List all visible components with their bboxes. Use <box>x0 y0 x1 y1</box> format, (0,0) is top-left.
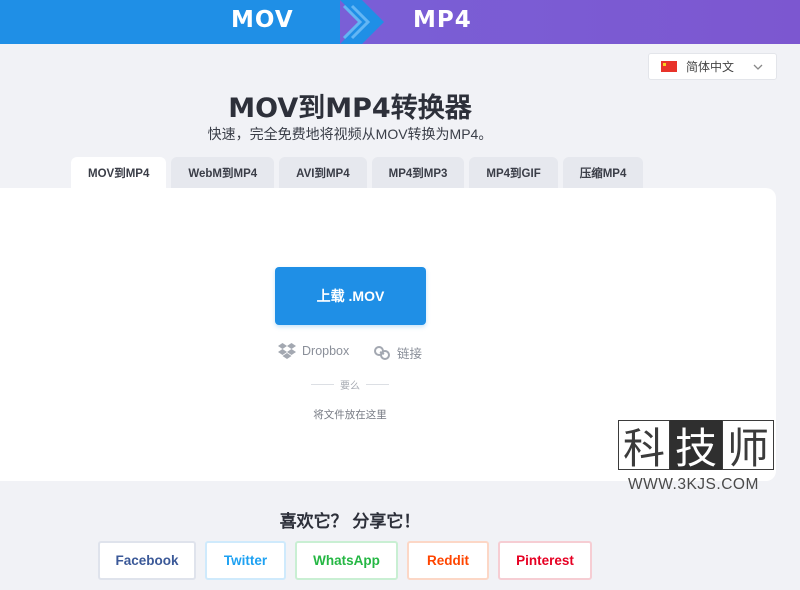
share-facebook-button[interactable]: Facebook <box>98 541 196 580</box>
dropbox-source-button[interactable]: Dropbox <box>278 343 349 359</box>
share-pinterest-button[interactable]: Pinterest <box>498 541 592 580</box>
watermark-url: WWW.3KJS.COM <box>628 476 759 493</box>
or-divider: 要么 <box>311 377 389 392</box>
page-title: MOV到MP4转换器 <box>228 93 472 124</box>
link-icon <box>374 345 390 360</box>
tab-webm-to-mp4[interactable]: WebM到MP4 <box>171 157 275 188</box>
format-banner: MOV MP4 <box>0 0 800 44</box>
tab-mov-to-mp4[interactable]: MOV到MP4 <box>71 157 167 188</box>
upload-button[interactable]: 上载 .MOV <box>275 267 426 325</box>
share-title: 喜欢它？ 分享它！ <box>279 512 421 531</box>
chevron-down-icon <box>753 64 763 70</box>
share-twitter-button[interactable]: Twitter <box>205 541 286 580</box>
url-source-button[interactable]: 链接 <box>373 343 422 362</box>
converter-tabs: MOV到MP4 WebM到MP4 AVI到MP4 MP4到MP3 MP4到GIF… <box>71 157 644 188</box>
language-select[interactable]: 简体中文 <box>648 53 777 80</box>
share-reddit-button[interactable]: Reddit <box>407 541 489 580</box>
link-label: 链接 <box>397 347 423 361</box>
tab-mp4-to-gif[interactable]: MP4到GIF <box>469 157 558 188</box>
dropbox-icon <box>278 343 296 359</box>
tab-avi-to-mp4[interactable]: AVI到MP4 <box>279 157 367 188</box>
share-buttons: Facebook Twitter WhatsApp Reddit Pintere… <box>98 541 592 580</box>
watermark-logo: 科 技 师 WWW.3KJS.COM <box>618 420 774 494</box>
tab-compress-mp4[interactable]: 压缩MP4 <box>562 157 644 188</box>
watermark-char: 技 <box>670 420 722 473</box>
dropbox-label: Dropbox <box>302 344 350 358</box>
share-whatsapp-button[interactable]: WhatsApp <box>295 541 398 580</box>
watermark-char: 科 <box>618 420 670 473</box>
banner-source-format: MOV <box>231 7 294 33</box>
drop-zone-hint: 将文件放在这里 <box>313 409 387 421</box>
china-flag-icon <box>661 61 677 72</box>
double-chevron-right-icon <box>340 0 384 44</box>
watermark-char: 师 <box>722 420 774 473</box>
language-selected-value: 简体中文 <box>686 60 735 74</box>
or-label: 要么 <box>340 381 360 392</box>
page-subtitle: 快速，完全免费地将视频从MOV转换为MP4。 <box>207 126 493 142</box>
banner-target-format: MP4 <box>413 7 472 33</box>
tab-mp4-to-mp3[interactable]: MP4到MP3 <box>371 157 465 188</box>
